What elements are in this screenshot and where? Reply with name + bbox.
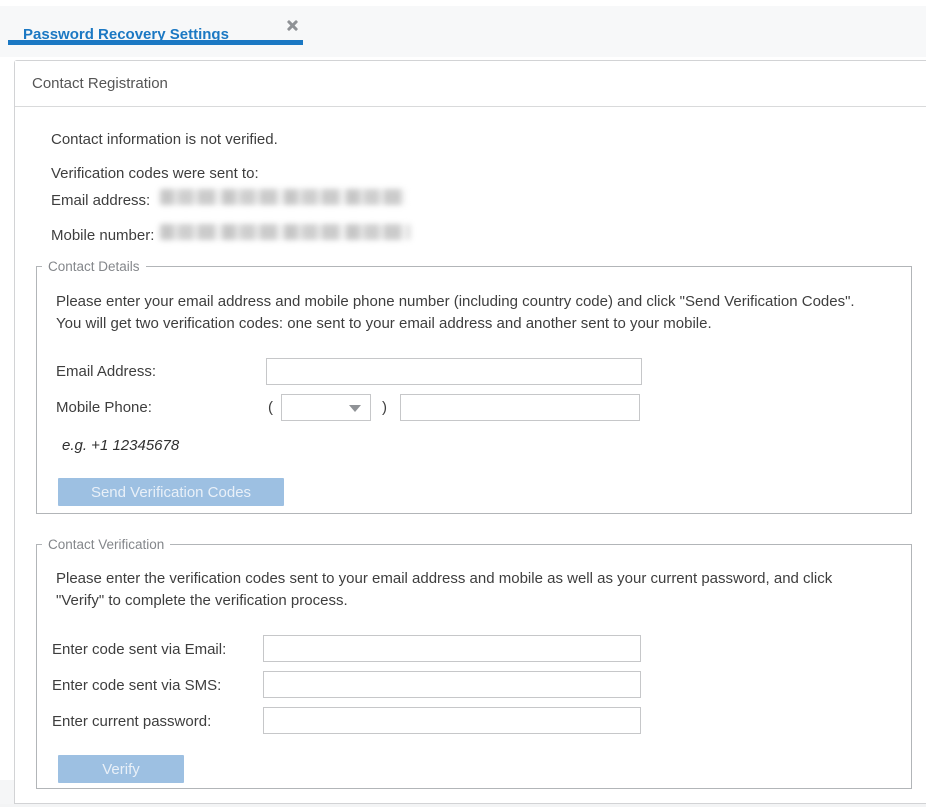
current-password-label: Enter current password: (52, 713, 211, 730)
status-not-verified: Contact information is not verified. (51, 131, 278, 148)
email-address-input[interactable] (266, 358, 642, 385)
status-codes-sent: Verification codes were sent to: (51, 165, 259, 182)
contact-details-legend: Contact Details (42, 259, 146, 274)
sms-code-label: Enter code sent via SMS: (52, 677, 221, 694)
contact-verification-legend: Contact Verification (42, 537, 170, 552)
contact-details-instructions: Please enter your email address and mobi… (56, 291, 868, 335)
verify-button[interactable]: Verify (58, 755, 184, 783)
contact-verification-group: Contact Verification Please enter the ve… (36, 537, 912, 789)
email-code-input[interactable] (263, 635, 641, 662)
current-password-input[interactable] (263, 707, 641, 734)
mobile-phone-input[interactable] (400, 394, 640, 421)
status-email-label: Email address: (51, 192, 150, 209)
mobile-redacted-value (160, 224, 410, 240)
status-mobile-label: Mobile number: (51, 227, 154, 244)
contact-details-group: Contact Details Please enter your email … (36, 259, 912, 514)
panel-title: Contact Registration (15, 61, 926, 107)
send-verification-codes-button[interactable]: Send Verification Codes (58, 478, 284, 506)
mobile-phone-label: Mobile Phone: (56, 399, 152, 416)
email-address-label: Email Address: (56, 363, 156, 380)
contact-verification-instructions: Please enter the verification codes sent… (56, 568, 868, 612)
close-icon[interactable] (285, 18, 300, 33)
chevron-down-icon (349, 405, 361, 412)
left-margin-strip (0, 780, 14, 807)
tab-bar: Password Recovery Settings (0, 6, 926, 57)
email-redacted-value (160, 189, 405, 205)
contact-registration-panel: Contact Registration Contact information… (14, 60, 926, 804)
email-code-label: Enter code sent via Email: (52, 641, 226, 658)
paren-open: ( (268, 399, 273, 416)
paren-close: ) (382, 399, 387, 416)
panel-body: Contact information is not verified. Ver… (15, 108, 926, 803)
phone-example-text: e.g. +1 12345678 (62, 437, 179, 454)
active-tab-indicator (8, 40, 303, 45)
sms-code-input[interactable] (263, 671, 641, 698)
country-code-select[interactable] (281, 394, 371, 421)
